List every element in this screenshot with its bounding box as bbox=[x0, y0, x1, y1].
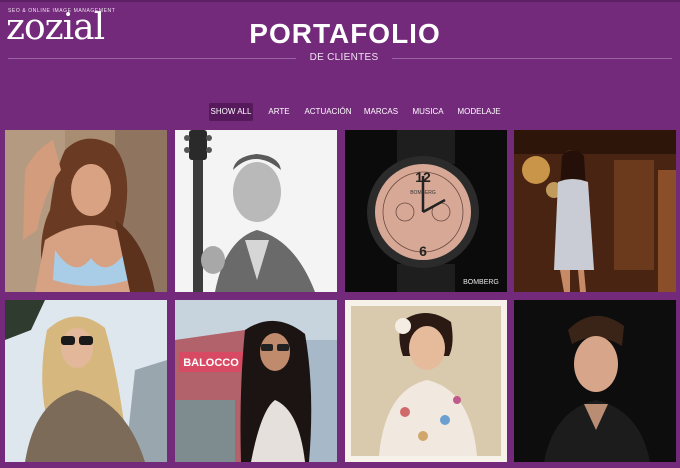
portfolio-item-blonde-sunglasses[interactable] bbox=[5, 300, 167, 462]
subtitle-divider-right bbox=[392, 58, 672, 59]
page-subtitle: DE CLIENTES bbox=[309, 52, 379, 63]
portfolio-item-young-man[interactable] bbox=[514, 300, 676, 462]
portfolio-image: BALOCCO bbox=[175, 300, 337, 462]
portfolio-image bbox=[5, 130, 167, 292]
filter-show-all[interactable]: SHOW ALL bbox=[209, 103, 253, 121]
portfolio-filter-bar: SHOW ALL ARTE ACTUACIÓN MARCAS MUSICA MO… bbox=[0, 103, 680, 121]
portfolio-item-model-bikini[interactable] bbox=[5, 130, 167, 292]
top-bar bbox=[0, 0, 680, 2]
billboard-text: BALOCCO bbox=[183, 357, 239, 369]
portfolio-image bbox=[175, 130, 337, 292]
subtitle-divider-left bbox=[8, 58, 296, 59]
portfolio-item-bomberg-watch[interactable]: 12 6 BOMBERG BOMBERG bbox=[345, 130, 507, 292]
filter-musica[interactable]: MUSICA bbox=[410, 103, 446, 121]
portfolio-image bbox=[5, 300, 167, 462]
portfolio-item-guitarist[interactable] bbox=[175, 130, 337, 292]
watch-dial-brand: BOMBERG bbox=[410, 190, 436, 196]
portfolio-item-balocco[interactable]: BALOCCO bbox=[175, 300, 337, 462]
filter-modelaje[interactable]: MODELAJE bbox=[455, 103, 503, 121]
portfolio-item-sequin-dress[interactable] bbox=[514, 130, 676, 292]
filter-actuacion[interactable]: ACTUACIÓN bbox=[304, 103, 352, 121]
portfolio-image bbox=[345, 300, 507, 462]
portfolio-image: 12 6 BOMBERG BOMBERG bbox=[345, 130, 507, 292]
watch-corner-brand: BOMBERG bbox=[463, 279, 499, 286]
filter-arte[interactable]: ARTE bbox=[265, 103, 293, 121]
portfolio-image bbox=[514, 130, 676, 292]
watch-number-6: 6 bbox=[419, 243, 427, 259]
portfolio-item-floral-dress[interactable] bbox=[345, 300, 507, 462]
filter-marcas[interactable]: MARCAS bbox=[362, 103, 400, 121]
portfolio-image bbox=[514, 300, 676, 462]
watch-number-12: 12 bbox=[415, 169, 431, 185]
page-title: PORTAFOLIO bbox=[249, 18, 441, 49]
